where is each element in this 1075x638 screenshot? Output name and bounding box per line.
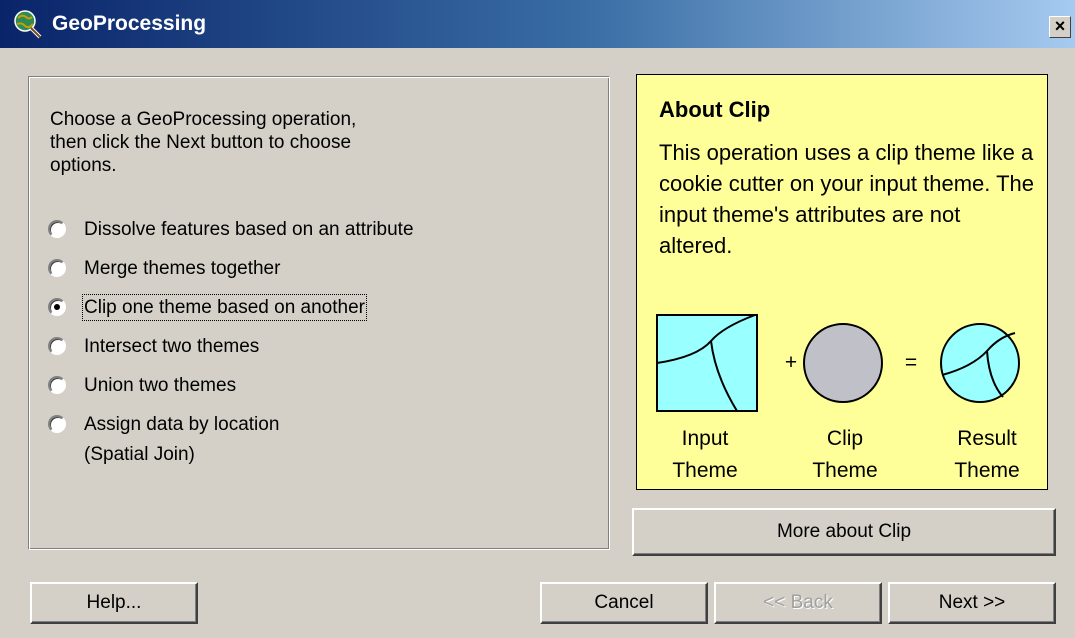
- about-panel: About Clip This operation uses a clip th…: [636, 74, 1048, 490]
- clip-caption: Theme: [812, 459, 877, 482]
- operation-option-union[interactable]: Union two themes: [48, 374, 236, 404]
- radio-button[interactable]: [48, 337, 66, 355]
- operation-label: Assign data by location (Spatial Join): [84, 413, 279, 466]
- globe-magnifier-icon: [14, 10, 42, 39]
- title-bar: GeoProcessing ×: [0, 0, 1075, 48]
- more-about-button[interactable]: More about Clip: [632, 508, 1056, 556]
- radio-button[interactable]: [48, 376, 66, 394]
- operation-label: Clip one theme based on another: [82, 294, 367, 321]
- close-icon: ×: [1054, 16, 1066, 36]
- clip-diagram: + = Input Theme Clip Theme Result Theme: [656, 314, 1020, 482]
- cancel-button[interactable]: Cancel: [540, 582, 708, 624]
- operation-option-intersect[interactable]: Intersect two themes: [48, 335, 259, 365]
- next-button[interactable]: Next >>: [888, 582, 1056, 624]
- operation-label: Dissolve features based on an attribute: [84, 219, 414, 240]
- operation-label-main: Assign data by location: [84, 414, 280, 435]
- operation-label: Union two themes: [84, 375, 237, 396]
- radio-button[interactable]: [48, 259, 66, 277]
- result-theme-icon: [940, 323, 1020, 403]
- operation-label: Intersect two themes: [84, 336, 260, 357]
- input-theme-icon: [656, 314, 758, 412]
- operation-label-sub: (Spatial Join): [84, 444, 195, 465]
- radio-button-selected[interactable]: [48, 298, 66, 316]
- operation-label: Merge themes together: [84, 258, 281, 279]
- clip-theme-icon: [803, 323, 883, 403]
- operation-option-spatial-join[interactable]: Assign data by location (Spatial Join): [48, 413, 279, 473]
- radio-button[interactable]: [48, 220, 66, 238]
- back-button[interactable]: << Back: [714, 582, 882, 624]
- equals-sign: =: [905, 351, 917, 374]
- plus-sign: +: [785, 351, 797, 374]
- clip-caption: Clip: [827, 427, 863, 450]
- operation-option-dissolve[interactable]: Dissolve features based on an attribute: [48, 218, 414, 248]
- help-button[interactable]: Help...: [30, 582, 198, 624]
- radio-button[interactable]: [48, 415, 66, 433]
- operation-option-merge[interactable]: Merge themes together: [48, 257, 280, 287]
- operation-option-clip[interactable]: Clip one theme based on another: [48, 294, 367, 326]
- result-caption: Result: [957, 427, 1017, 450]
- result-caption: Theme: [954, 459, 1019, 482]
- input-caption: Input: [682, 427, 729, 450]
- close-button[interactable]: ×: [1049, 16, 1071, 38]
- instructions-text: Choose a GeoProcessing operation, then c…: [50, 109, 357, 176]
- input-caption: Theme: [672, 459, 737, 482]
- window-title: GeoProcessing: [52, 12, 207, 35]
